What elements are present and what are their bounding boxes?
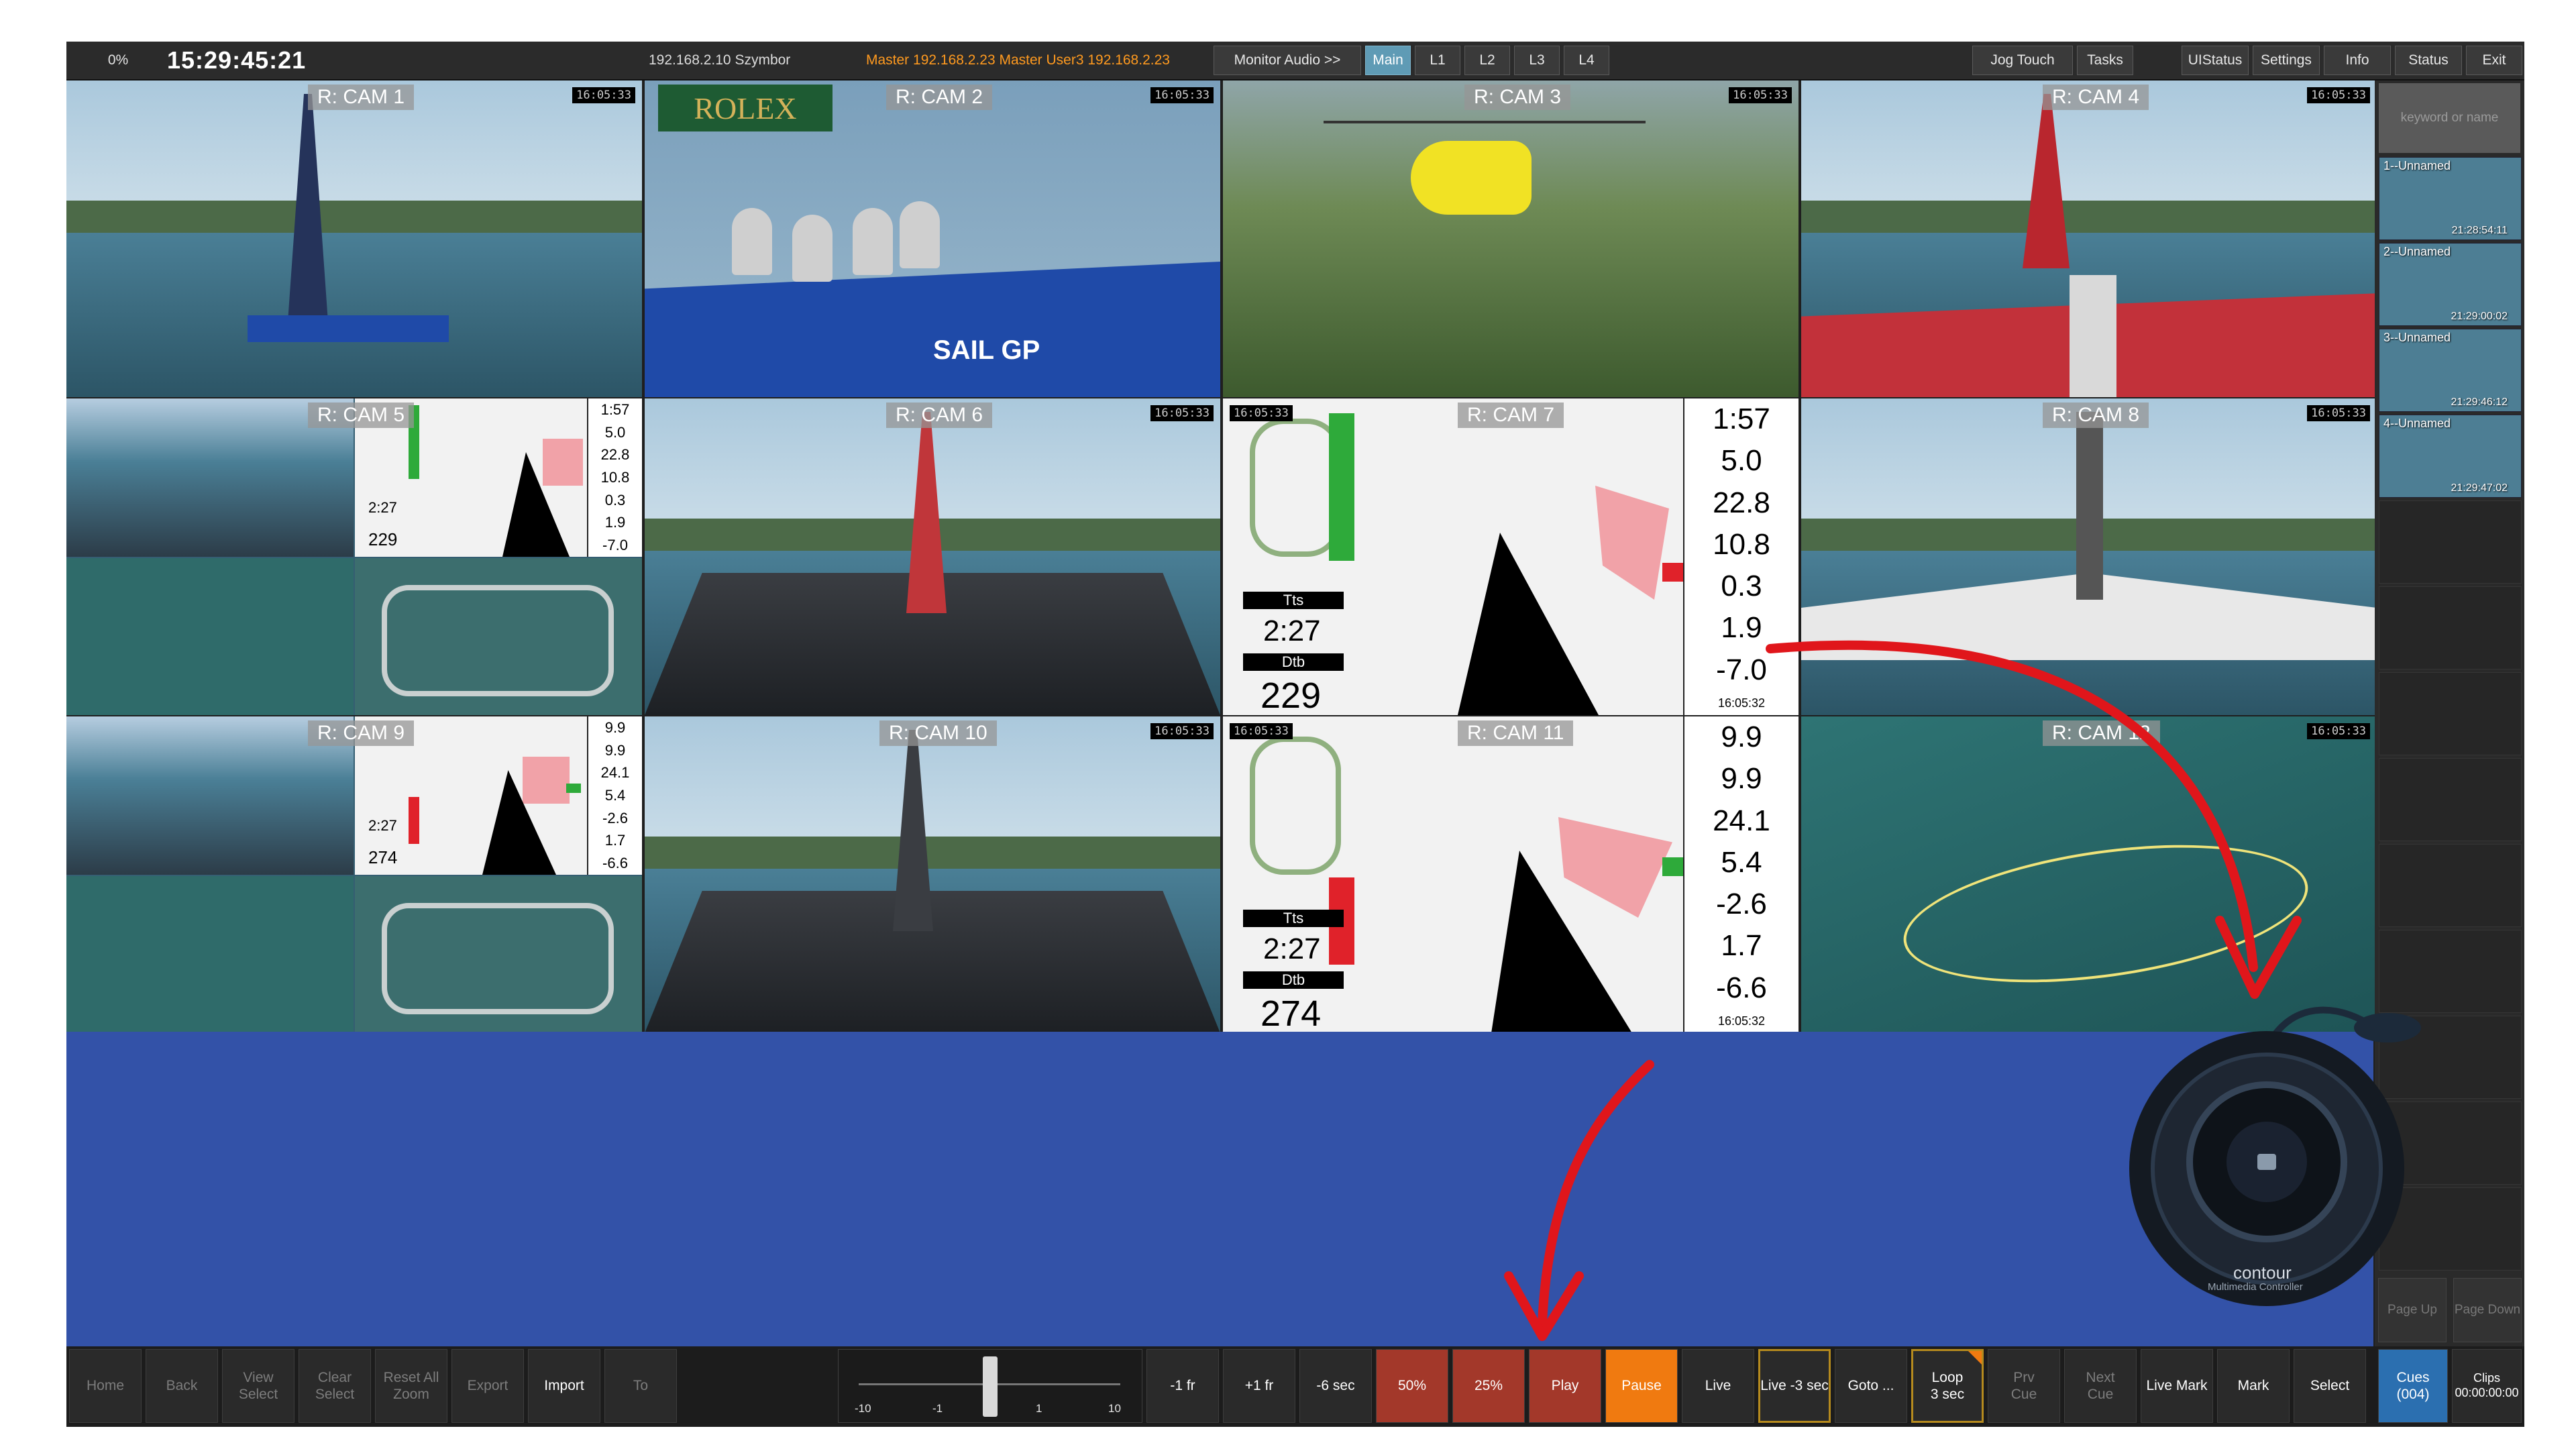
arrowhead — [2215, 916, 2302, 999]
arrow-to-controller — [1766, 640, 2258, 972]
annotation-arrows — [1504, 640, 2302, 1341]
arrow-to-play — [1538, 1060, 1654, 1328]
app-window: 0% 15:29:45:21 192.168.2.10 Szymbor Mast… — [66, 42, 2524, 1427]
